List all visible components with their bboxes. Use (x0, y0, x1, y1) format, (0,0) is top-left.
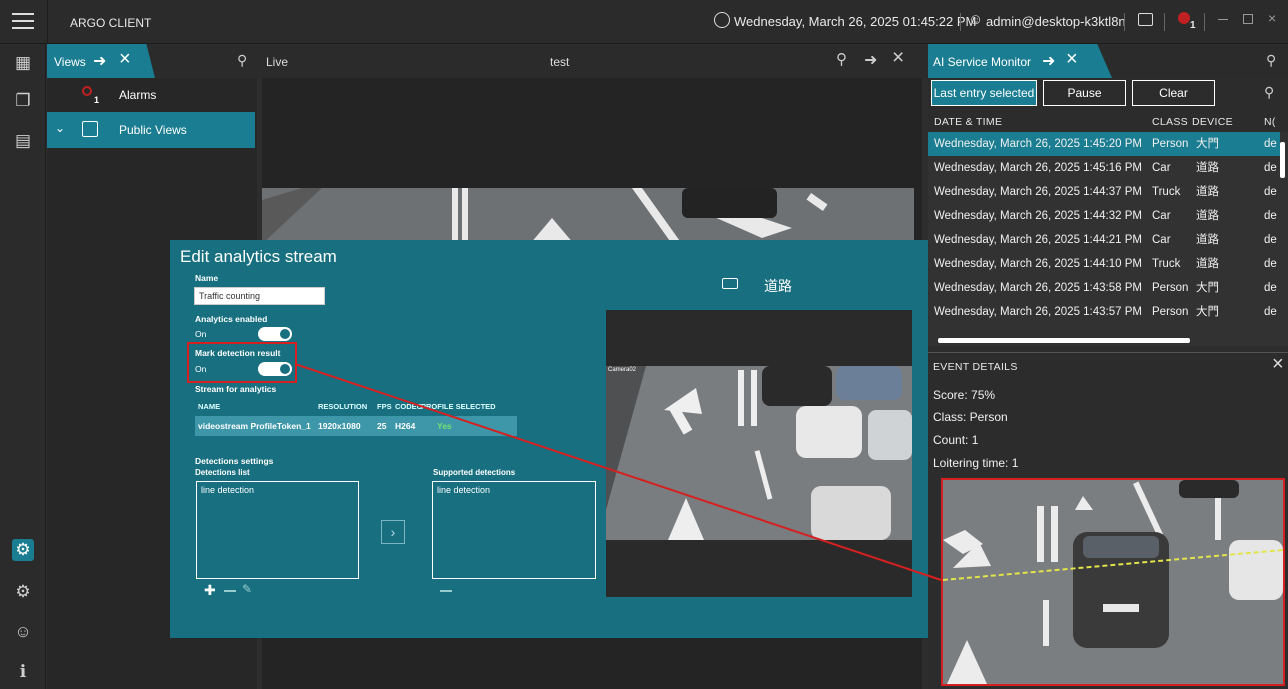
app-window: ARGO CLIENT Wednesday, March 26, 2025 01… (0, 0, 1288, 689)
callout-connector (294, 363, 942, 581)
